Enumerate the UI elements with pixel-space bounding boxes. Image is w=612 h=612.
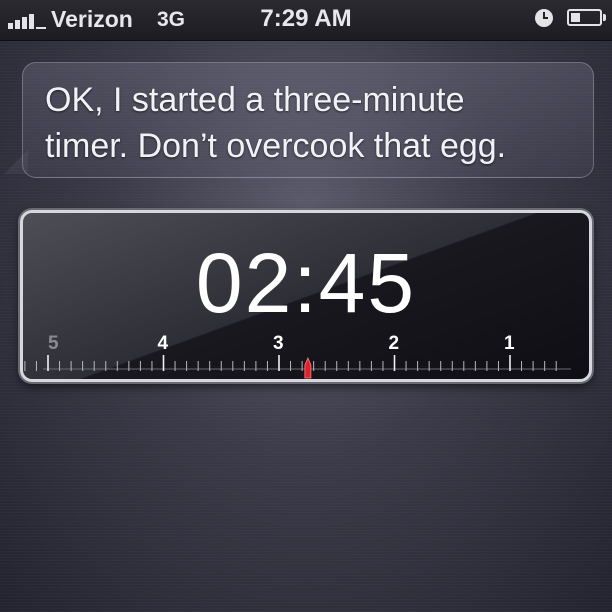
clock-icon (535, 9, 553, 27)
timer-countdown: 02:45 (195, 236, 417, 330)
status-bar: Verizon 3G 7:29 AM (0, 0, 612, 41)
siri-response-line-1: OK, I started a three-minute (45, 81, 465, 119)
scale-label-4: 4 (158, 333, 169, 354)
timer-panel[interactable]: 02:45 5 4 3 2 1 (20, 210, 592, 382)
timer-scale: 5 4 3 2 1 (24, 333, 571, 379)
siri-speech-bubble: OK, I started a three-minute timer. Don’… (22, 62, 594, 178)
scale-label-2: 2 (389, 333, 400, 354)
timer-position-indicator (304, 356, 312, 379)
battery-icon (567, 9, 606, 26)
status-time: 7:29 AM (260, 5, 352, 32)
scale-label-5: 5 (48, 333, 59, 354)
siri-response-line-2: timer. Don’t overcook that egg. (45, 127, 507, 165)
siri-response-text: OK, I started a three-minute timer. Don’… (45, 77, 585, 169)
scale-label-3: 3 (273, 333, 284, 354)
scale-label-1: 1 (504, 333, 515, 354)
